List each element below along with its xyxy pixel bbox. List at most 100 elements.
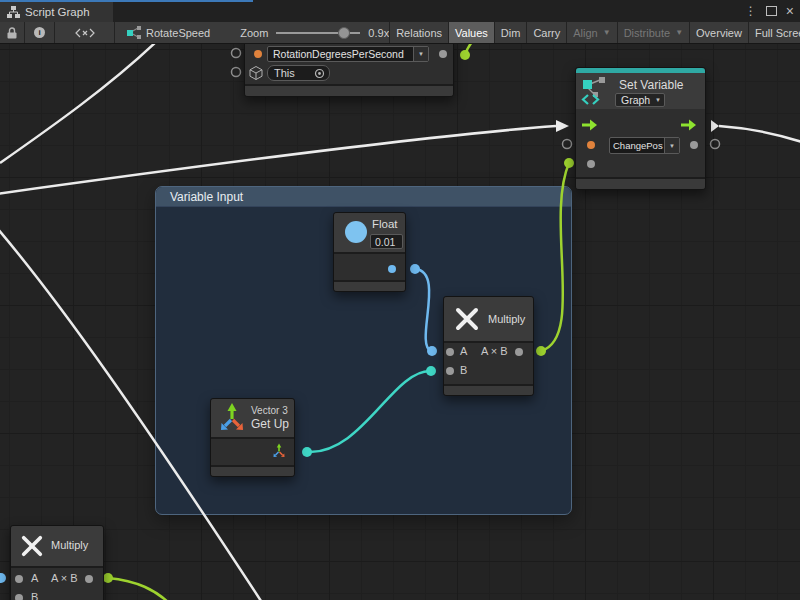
port-out[interactable] bbox=[85, 575, 93, 583]
menu-kebab-icon[interactable]: ⋮ bbox=[745, 5, 757, 17]
node-footer bbox=[245, 84, 453, 96]
zoom-control: Zoom 0.9x bbox=[220, 22, 389, 43]
port-value-out[interactable] bbox=[690, 141, 698, 149]
port-variable-name[interactable] bbox=[587, 141, 595, 149]
flow-out-arrow-icon[interactable] bbox=[680, 119, 697, 131]
float-value-field[interactable]: 0.01 bbox=[370, 234, 403, 249]
lock-button[interactable] bbox=[0, 22, 25, 43]
chevron-down-icon: ▼ bbox=[675, 28, 683, 37]
button-align[interactable]: Align▼ bbox=[567, 22, 617, 43]
code-icon bbox=[75, 28, 95, 38]
chevron-down-icon: ▼ bbox=[652, 94, 664, 106]
button-carry[interactable]: Carry bbox=[527, 22, 567, 43]
chevron-down-icon: ▼ bbox=[664, 138, 679, 153]
tab-title: Script Graph bbox=[25, 6, 90, 18]
node-multiply-bottom[interactable]: Multiply A A × B B bbox=[10, 525, 104, 600]
graph-canvas[interactable]: Variable Input RotationDegreesPerSecond bbox=[0, 44, 800, 600]
button-overview[interactable]: Overview bbox=[690, 22, 749, 43]
zoom-slider-knob[interactable] bbox=[338, 27, 350, 39]
port-value-out[interactable] bbox=[388, 265, 396, 273]
node-get-variable[interactable]: RotationDegreesPerSecond ▼ This bbox=[244, 44, 454, 97]
graph-reference-label: RotateSpeed bbox=[146, 27, 210, 39]
maximize-icon[interactable] bbox=[766, 6, 777, 16]
wire-blue-float-to-multiply[interactable] bbox=[415, 269, 431, 351]
node-title: Multiply bbox=[488, 313, 525, 325]
graph-reference-button[interactable]: RotateSpeed bbox=[115, 22, 220, 43]
port-vector-out-icon[interactable] bbox=[271, 443, 287, 459]
node-title: Set Variable bbox=[619, 78, 683, 92]
wire-endpoint[interactable] bbox=[460, 50, 470, 60]
wire-endpoint[interactable] bbox=[302, 447, 312, 457]
port-out[interactable] bbox=[515, 348, 523, 356]
float-type-icon bbox=[345, 221, 367, 243]
variable-name-dropdown[interactable]: RotationDegreesPerSecond ▼ bbox=[267, 46, 429, 62]
zoom-value: 0.9x bbox=[368, 27, 389, 39]
port-b[interactable] bbox=[446, 367, 454, 375]
wire-endpoint[interactable] bbox=[564, 158, 574, 168]
node-set-variable[interactable]: Set Variable Graph ▼ ChangePos ▼ bbox=[575, 67, 706, 190]
wire-endpoint[interactable] bbox=[103, 573, 113, 583]
button-fullscreen[interactable]: Full Screen bbox=[749, 22, 800, 43]
port-variable-name[interactable] bbox=[254, 50, 262, 58]
port-b-label: B bbox=[460, 364, 467, 376]
port-out-label: A × B bbox=[481, 345, 508, 357]
port-out-label: A × B bbox=[51, 572, 78, 584]
set-variable-icon bbox=[581, 76, 611, 106]
wire-teal-getup-to-multiply[interactable] bbox=[307, 371, 430, 452]
port-value-in[interactable] bbox=[587, 160, 595, 168]
button-relations[interactable]: Relations bbox=[389, 22, 449, 43]
port-a-label: A bbox=[31, 572, 38, 584]
wire-endpoint[interactable] bbox=[536, 346, 546, 356]
port-unconnected[interactable] bbox=[232, 68, 241, 77]
tab-script-graph[interactable]: Script Graph bbox=[0, 2, 113, 22]
object-picker-icon[interactable] bbox=[314, 68, 325, 79]
port-unconnected[interactable] bbox=[711, 140, 720, 149]
info-button[interactable]: i bbox=[25, 22, 55, 43]
multiply-icon bbox=[454, 306, 480, 332]
node-float-literal[interactable]: Float 0.01 bbox=[333, 212, 406, 292]
port-value-out[interactable] bbox=[439, 50, 447, 58]
port-a[interactable] bbox=[15, 575, 23, 583]
wire-endpoint[interactable] bbox=[427, 346, 437, 356]
code-view-button[interactable] bbox=[55, 22, 115, 43]
tab-bar: Script Graph ⋮ × bbox=[0, 0, 800, 22]
target-field[interactable]: This bbox=[267, 65, 330, 81]
close-icon[interactable]: × bbox=[786, 4, 794, 18]
flow-arrow-in[interactable] bbox=[556, 120, 569, 132]
wire-endpoint[interactable] bbox=[426, 366, 436, 376]
graph-icon bbox=[7, 6, 20, 18]
node-footer bbox=[576, 177, 705, 189]
multiply-icon bbox=[20, 534, 44, 558]
wire-green-bottom[interactable] bbox=[108, 578, 169, 600]
wire-green-multiply-to-setvariable[interactable] bbox=[541, 163, 569, 351]
zoom-slider[interactable] bbox=[276, 32, 360, 34]
wire-endpoint[interactable] bbox=[0, 573, 6, 583]
graph-toolbar: i RotateSpeed Zoom 0.9x Relations Values… bbox=[0, 22, 800, 44]
node-vector3-get-up[interactable]: Vector 3 Get Up bbox=[210, 398, 295, 477]
flow-arrow-out[interactable] bbox=[711, 120, 719, 132]
node-footer bbox=[334, 280, 405, 291]
node-footer bbox=[444, 384, 533, 395]
flow-in-arrow-icon[interactable] bbox=[581, 119, 598, 131]
node-multiply[interactable]: Multiply A A × B B bbox=[443, 296, 534, 396]
button-distribute[interactable]: Distribute▼ bbox=[618, 22, 690, 43]
wire-endpoint[interactable] bbox=[410, 264, 420, 274]
wire-white-topleft[interactable] bbox=[0, 44, 158, 163]
node-title: Multiply bbox=[51, 539, 88, 551]
port-unconnected[interactable] bbox=[563, 140, 572, 149]
variable-name-dropdown[interactable]: ChangePos ▼ bbox=[609, 137, 680, 154]
wire-white-from-set-variable[interactable] bbox=[719, 126, 800, 142]
info-icon: i bbox=[34, 27, 45, 38]
chevron-down-icon: ▼ bbox=[413, 47, 428, 61]
port-a[interactable] bbox=[446, 348, 454, 356]
port-b[interactable] bbox=[15, 594, 23, 600]
node-footer bbox=[211, 465, 294, 476]
button-dim[interactable]: Dim bbox=[495, 22, 528, 43]
button-values[interactable]: Values bbox=[449, 22, 495, 43]
wire-white-to-set-variable[interactable] bbox=[0, 126, 556, 194]
port-unconnected[interactable] bbox=[232, 49, 241, 58]
scope-dropdown[interactable]: Graph ▼ bbox=[615, 93, 665, 107]
node-type: Vector 3 bbox=[251, 405, 288, 416]
cube-icon bbox=[248, 65, 264, 81]
node-title: Float bbox=[372, 218, 398, 230]
